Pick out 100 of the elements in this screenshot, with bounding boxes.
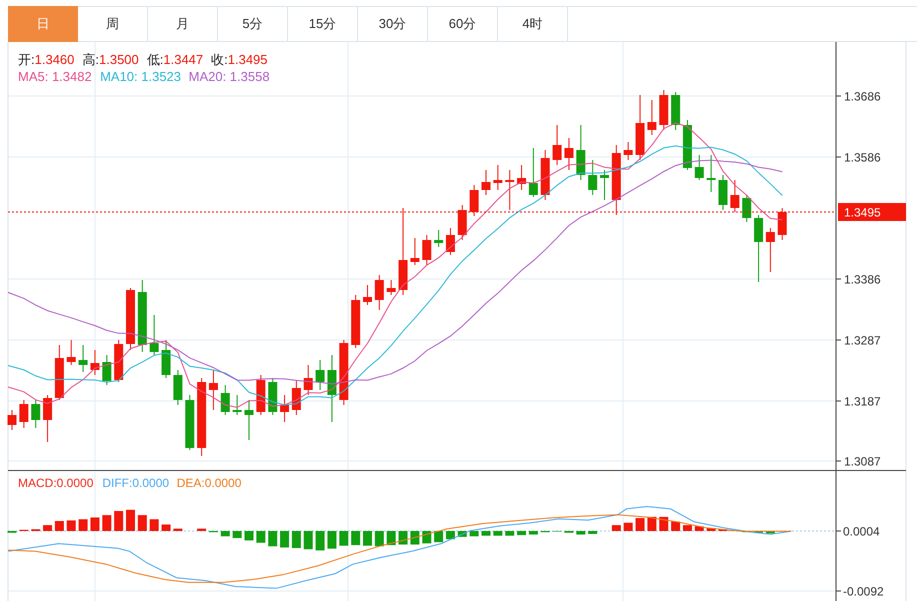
macd-histogram-bar: [766, 531, 775, 534]
macd-histogram-bar: [280, 531, 290, 548]
candlestick: [517, 164, 526, 190]
macd-histogram-bar: [398, 531, 408, 545]
timeframe-tab[interactable]: 5分: [218, 6, 288, 42]
timeframe-tab[interactable]: 周: [78, 6, 148, 42]
macd-histogram-bar: [386, 531, 396, 546]
timeframe-tab[interactable]: 15分: [288, 6, 358, 42]
macd-histogram-bar: [327, 531, 336, 549]
macd-histogram-bar: [647, 516, 656, 531]
candlestick: [78, 344, 88, 372]
macd-histogram-bar: [126, 510, 135, 531]
candlestick: [54, 344, 64, 400]
macd-histogram-bar: [528, 531, 538, 535]
macd-histogram-bar: [232, 531, 242, 538]
macd-histogram-bar: [671, 522, 680, 531]
candlestick: [280, 394, 290, 422]
candlestick: [316, 360, 325, 390]
price-axis-label: 1.3187: [844, 394, 881, 408]
timeframe-tab[interactable]: 60分: [428, 6, 498, 42]
macd-histogram-bar: [220, 531, 230, 536]
candlestick: [636, 94, 645, 160]
candlestick: [232, 394, 242, 416]
candlestick: [268, 378, 278, 416]
candlestick: [374, 274, 384, 310]
ohlc-legend-item: 开:1.3460: [18, 52, 74, 67]
macd-histogram-bar: [197, 528, 206, 531]
candlestick: [327, 354, 336, 422]
price-axis-label: 1.3087: [844, 454, 881, 468]
macd-histogram-bar: [374, 531, 384, 546]
macd-histogram-bar: [517, 531, 526, 536]
macd-histogram-bar: [694, 526, 704, 531]
macd-legend: DEA:0.0000: [176, 476, 242, 490]
candlestick: [220, 384, 230, 416]
macd-histogram-bar: [256, 531, 266, 543]
candlestick: [43, 394, 52, 442]
candlestick: [185, 394, 194, 450]
candlestick: [292, 380, 301, 416]
candlestick: [706, 154, 716, 192]
candlestick: [493, 164, 502, 190]
candlestick: [304, 364, 313, 396]
macd-histogram-bar: [90, 517, 100, 531]
candlestick: [126, 288, 135, 350]
macd-histogram-bar: [268, 531, 278, 546]
macd-histogram-bar: [410, 531, 420, 545]
moving-average-legend: MA10: 1.3523: [100, 69, 182, 84]
candlestick: [351, 294, 360, 348]
macd-histogram-bar: [363, 531, 372, 546]
macd-axis-label: -0.0092: [843, 584, 884, 598]
candlestick: [339, 340, 348, 406]
candlestick: [576, 124, 586, 180]
timeframe-tab[interactable]: 月: [148, 6, 218, 42]
candlestick: [754, 214, 764, 282]
candlestick: [256, 374, 266, 416]
macd-histogram-bar: [66, 520, 76, 531]
ohlc-legend-item: 收:1.3495: [211, 52, 268, 67]
candlestick: [208, 370, 218, 410]
candlestick: [410, 238, 420, 266]
candlestick: [150, 314, 159, 356]
macd-histogram-bar: [102, 515, 112, 531]
macd-histogram-bar: [351, 531, 360, 546]
candlestick: [102, 354, 112, 386]
moving-average-legend: MA5: 1.3482: [18, 69, 92, 84]
macd-histogram-bar: [162, 524, 171, 531]
current-price-tag: 1.3495: [838, 203, 906, 221]
candlestick: [671, 92, 680, 130]
macd-histogram-bar: [173, 528, 182, 531]
candlestick: [446, 228, 455, 256]
macd-histogram-bar: [316, 531, 325, 550]
timeframe-tab[interactable]: 4时: [498, 6, 568, 42]
candlestick: [90, 350, 100, 376]
macd-legend: MACD:0.0000: [18, 476, 94, 490]
macd-histogram-bar: [150, 519, 159, 531]
macd-histogram-bar: [114, 511, 124, 531]
candlestick: [386, 280, 396, 296]
macd-histogram-bar: [659, 516, 668, 531]
candlestick: [600, 170, 609, 200]
candlestick: [624, 142, 633, 160]
candlestick: [114, 340, 124, 382]
macd-histogram-bar: [505, 531, 514, 536]
candlestick: [8, 410, 16, 430]
timeframe-tab[interactable]: 30分: [358, 6, 428, 42]
price-axis-label: 1.3287: [844, 334, 881, 348]
macd-histogram-bar: [576, 531, 586, 535]
macd-histogram-bar: [434, 531, 444, 542]
ohlc-legend-item: 高:1.3500: [82, 52, 139, 67]
candlestick: [19, 400, 28, 428]
macd-histogram-bar: [458, 531, 467, 537]
candlestick: [647, 100, 656, 136]
candlestick: [244, 400, 254, 440]
candlestick: [162, 340, 171, 378]
macd-histogram-bar: [244, 531, 254, 540]
macd-histogram-bar: [446, 531, 455, 540]
macd-histogram-bar: [339, 531, 348, 546]
macd-histogram-bar: [493, 531, 502, 536]
price-axis-label: 1.3586: [844, 150, 881, 164]
candlestick: [434, 230, 444, 248]
candlestick: [742, 194, 752, 222]
macd-histogram-bar: [470, 531, 479, 536]
macd-histogram-bar: [588, 531, 598, 534]
